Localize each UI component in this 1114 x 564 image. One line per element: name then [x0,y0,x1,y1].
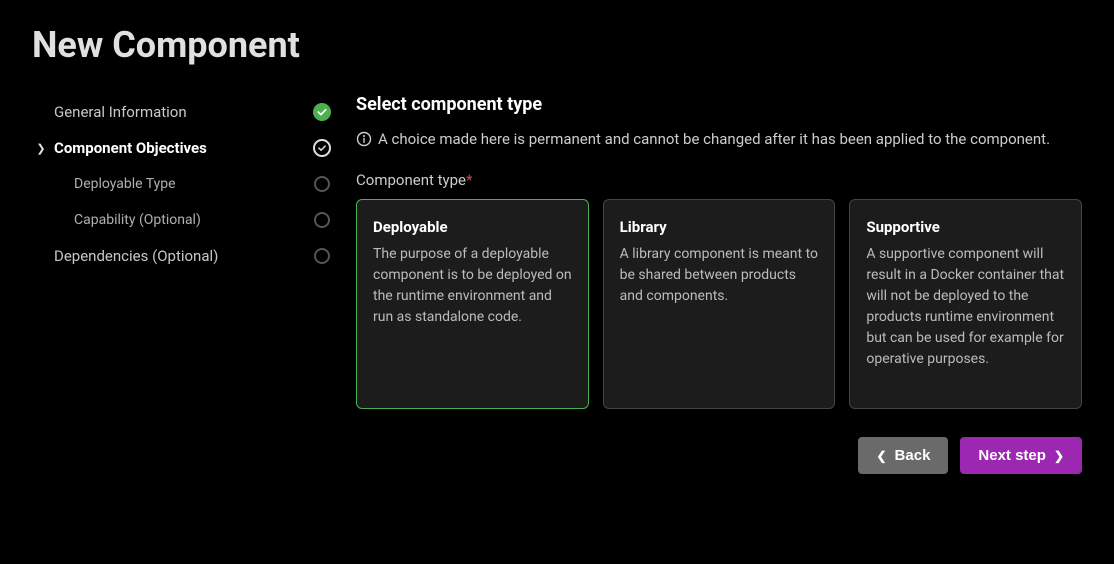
card-title: Library [620,218,819,236]
info-text: A choice made here is permanent and cann… [378,129,1050,150]
step-dependencies[interactable]: ❯ Dependencies (Optional) [32,238,332,274]
step-general-information[interactable]: ❯ General Information [32,94,332,130]
next-step-button[interactable]: Next step ❯ [960,437,1082,474]
step-status-empty-icon [312,246,332,266]
card-title: Supportive [866,218,1065,236]
step-label: General Information [54,103,302,121]
chevron-right-icon: ❯ [1054,449,1064,463]
option-supportive[interactable]: Supportive A supportive component will r… [849,199,1082,409]
step-component-objectives[interactable]: ❯ Component Objectives [32,130,332,166]
next-button-label: Next step [978,447,1046,464]
step-label: Deployable Type [54,176,302,192]
section-heading: Select component type [356,94,1082,115]
chevron-left-icon: ❮ [876,449,886,463]
page-title: New Component [32,24,1082,66]
card-description: A library component is meant to be share… [620,244,819,307]
component-type-options: Deployable The purpose of a deployable c… [356,199,1082,409]
wizard-footer: ❮ Back Next step ❯ [356,437,1082,474]
step-status-empty-icon [312,174,332,194]
option-library[interactable]: Library A library component is meant to … [603,199,836,409]
info-note: A choice made here is permanent and cann… [356,129,1082,153]
card-description: The purpose of a deployable component is… [373,244,572,328]
step-status-current-icon [312,138,332,158]
option-deployable[interactable]: Deployable The purpose of a deployable c… [356,199,589,409]
required-indicator: * [466,171,472,189]
step-label: Capability (Optional) [54,212,302,228]
step-status-empty-icon [312,210,332,230]
wizard-steps-sidebar: ❯ General Information ❯ Component Object… [32,94,332,474]
field-label-component-type: Component type* [356,171,1082,189]
back-button-label: Back [895,447,931,464]
step-label: Component Objectives [54,139,302,157]
info-icon [356,131,372,153]
main-panel: Select component type A choice made here… [356,94,1082,474]
card-title: Deployable [373,218,572,236]
back-button[interactable]: ❮ Back [858,437,948,474]
step-label: Dependencies (Optional) [54,247,302,265]
step-capability[interactable]: ❯ Capability (Optional) [32,202,332,238]
step-deployable-type[interactable]: ❯ Deployable Type [32,166,332,202]
step-status-done-icon [312,102,332,122]
chevron-right-icon: ❯ [32,142,50,155]
card-description: A supportive component will result in a … [866,244,1065,370]
